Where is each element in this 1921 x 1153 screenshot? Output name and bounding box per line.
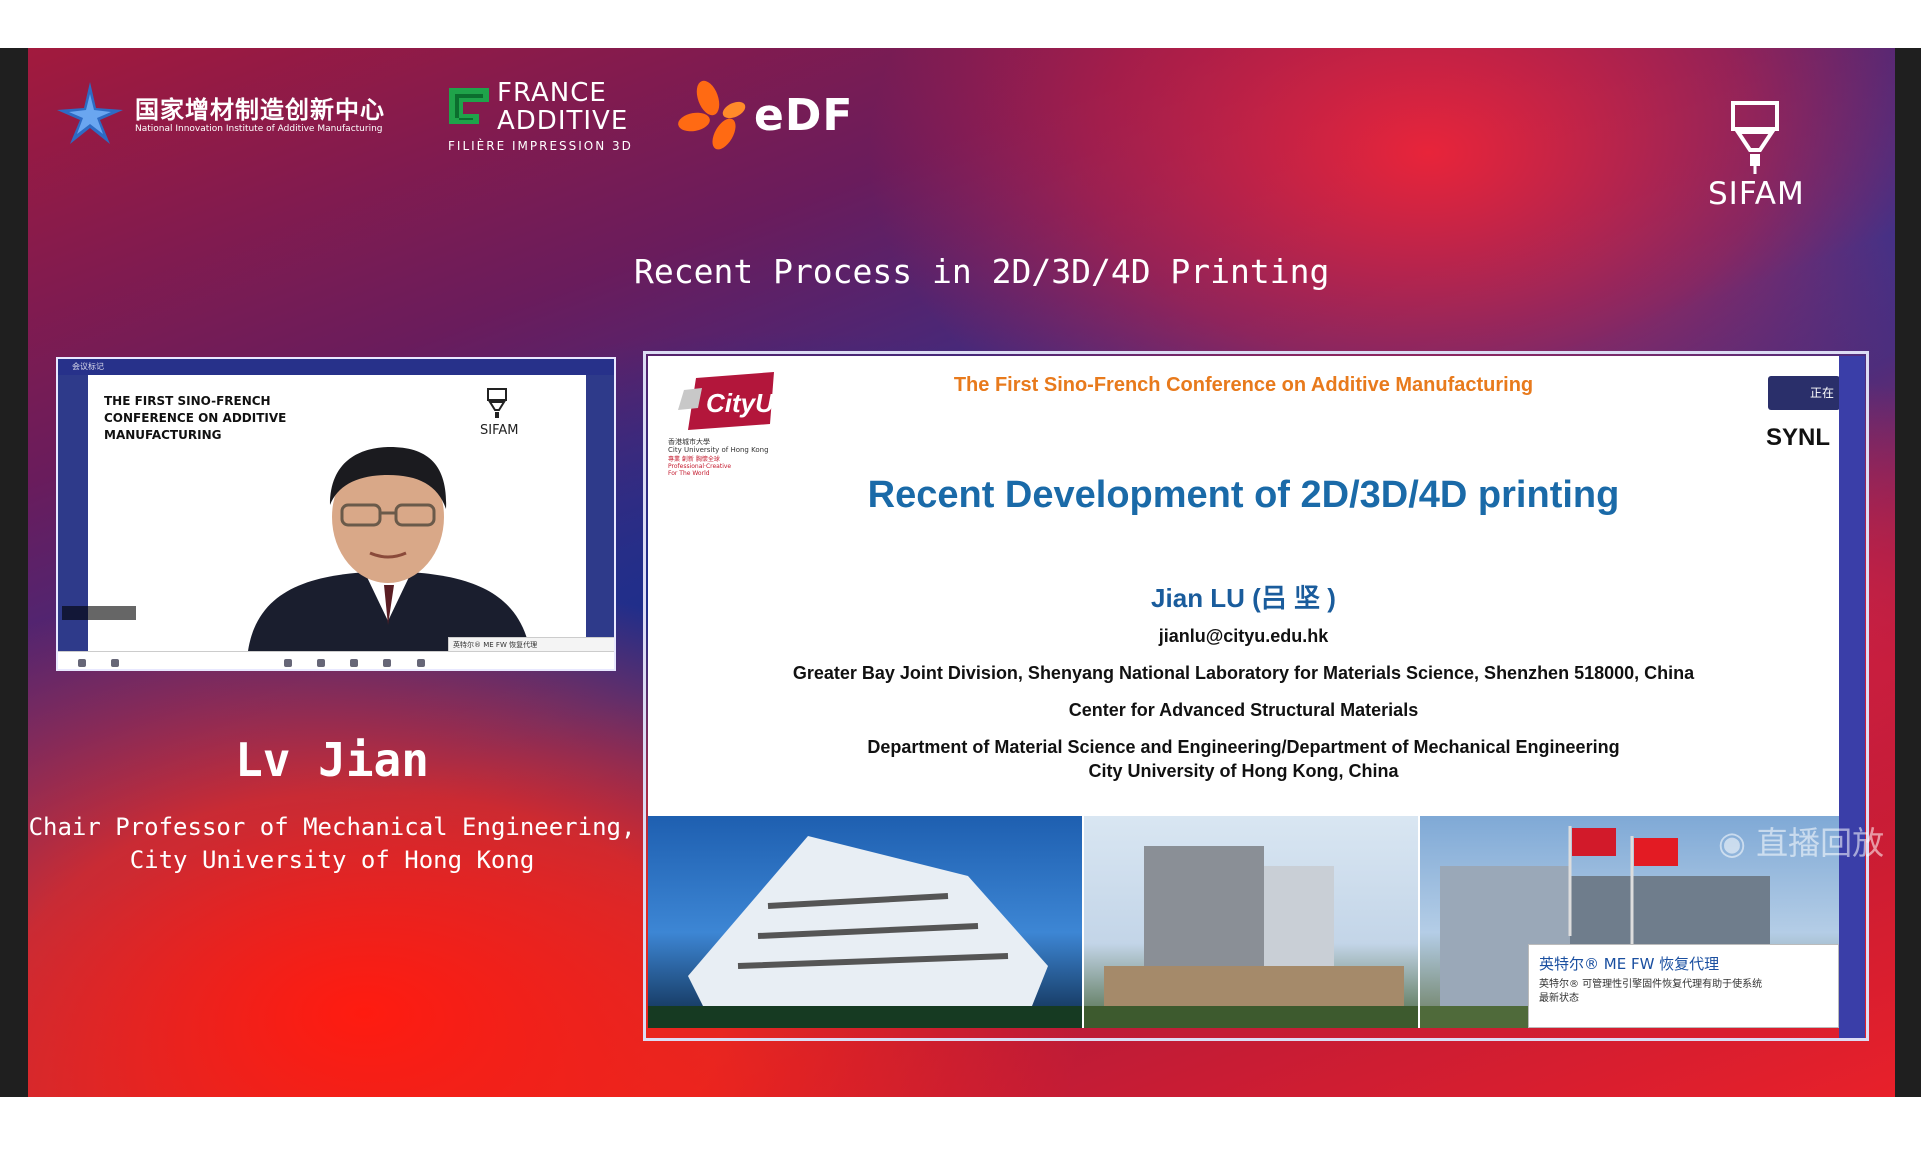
webcam-toolbar	[58, 651, 614, 669]
notification-title: 英特尔® ME FW 恢复代理	[1539, 955, 1720, 973]
campus-photo-1	[648, 816, 1082, 1028]
campus-building-2	[1084, 846, 1418, 1028]
nam-logo: 国家增材制造创新中心 National Innovation Institute…	[55, 78, 384, 148]
sifam-logo: SIFAM	[1700, 100, 1840, 230]
cityu-motto-line: 專業 創新 胸懷全球	[668, 456, 720, 463]
slide-affiliation-4: City University of Hong Kong, China	[1088, 761, 1399, 781]
slide-affiliation-2: Center for Advanced Structural Materials	[1068, 700, 1419, 720]
slide-title: Recent Development of 2D/3D/4D printing	[867, 474, 1620, 516]
nam-star-icon	[57, 82, 123, 144]
notification-body-line: 最新状态	[1539, 993, 1579, 1004]
cityu-logo-text: CityU	[706, 388, 774, 418]
replay-watermark: ◉ 直播回放	[1718, 818, 1884, 864]
talk-title: Recent Process in 2D/3D/4D Printing	[634, 252, 1330, 291]
notification-body-line: 英特尔® 可管理性引擎固件恢复代理有助于使系统	[1539, 979, 1763, 990]
speaker-name: Lv Jian	[235, 733, 429, 787]
webcam-top-bar: 会议标记	[58, 359, 614, 375]
webcam-top-label: 会议标记	[72, 362, 104, 371]
sifam-logo-text: SIFAM	[1708, 176, 1805, 212]
slide-author: Jian LU (吕 坚 )	[1151, 583, 1336, 613]
nam-logo-chinese: 国家增材制造创新中心	[135, 96, 385, 124]
speaker-webcam: 会议标记 THE FIRST SINO-FRENCH CONFERENCE ON…	[56, 357, 616, 671]
speaker-title-line1: Chair Professor of Mechanical Engineerin…	[28, 813, 636, 841]
france-additive-line2: ADDITIVE	[497, 106, 629, 136]
record-icon[interactable]	[383, 659, 392, 667]
slide-affiliation-3: Department of Material Science and Engin…	[867, 737, 1620, 757]
webcam-sifam-icon	[487, 388, 507, 418]
synl-popup-text: 正在	[1810, 386, 1835, 400]
chat-icon[interactable]	[350, 659, 359, 667]
cityu-motto-line: Professional·Creative	[668, 463, 732, 470]
edf-logo: eDF	[678, 76, 868, 156]
webcam-participant-bar	[62, 606, 136, 620]
edf-flower-icon	[678, 80, 746, 150]
speaker-video	[248, 447, 530, 651]
sifam-nozzle-icon	[1731, 101, 1779, 174]
synl-popup[interactable]: 正在	[1768, 376, 1839, 410]
cityu-logo-subtitle: 香港城市大學 City University of Hong Kong	[668, 438, 769, 454]
left-letterbox	[0, 48, 28, 1097]
cityu-sub-line: City University of Hong Kong	[668, 446, 769, 454]
speaker-title-line2: City University of Hong Kong	[129, 846, 535, 874]
webcam-conference-line: THE FIRST SINO-FRENCH	[104, 394, 271, 408]
synl-logo: SYNL	[1766, 424, 1831, 451]
slide-side-strip	[1839, 356, 1865, 1038]
replay-icon: ◉	[1718, 824, 1746, 862]
france-additive-line3: FILIÈRE IMPRESSION 3D	[448, 139, 633, 153]
notification-body: 英特尔® 可管理性引擎固件恢复代理有助于使系统 最新状态	[1539, 978, 1828, 1006]
camera-icon[interactable]	[111, 659, 120, 667]
edf-logo-text: eDF	[754, 90, 854, 141]
right-letterbox	[1895, 48, 1921, 1097]
settings-icon[interactable]	[416, 659, 425, 667]
system-notification[interactable]: 英特尔® ME FW 恢复代理 英特尔® 可管理性引擎固件恢复代理有助于使系统 …	[1528, 944, 1839, 1028]
slide-conference-name: The First Sino-French Conference on Addi…	[953, 374, 1534, 396]
campus-building-1	[648, 836, 1082, 1028]
france-additive-icon	[449, 88, 489, 124]
replay-watermark-text: 直播回放	[1756, 824, 1885, 862]
france-additive-line1: FRANCE	[497, 78, 607, 108]
slide-affiliation-1: Greater Bay Joint Division, Shenyang Nat…	[792, 663, 1695, 683]
slide-email: jianlu@cityu.edu.hk	[1158, 626, 1329, 646]
nam-logo-english: National Innovation Institute of Additiv…	[135, 124, 383, 134]
participants-icon[interactable]	[317, 659, 326, 667]
webcam-shared-screen: THE FIRST SINO-FRENCH CONFERENCE ON ADDI…	[88, 375, 614, 665]
cityu-sub-line: 香港城市大學	[668, 438, 710, 446]
france-additive-logo: FRANCE ADDITIVE FILIÈRE IMPRESSION 3D	[445, 76, 665, 156]
campus-photos: 英特尔® ME FW 恢复代理 英特尔® 可管理性引擎固件恢复代理有助于使系统 …	[648, 816, 1839, 1028]
presentation-slide: The First Sino-French Conference on Addi…	[648, 356, 1839, 1028]
share-icon[interactable]	[284, 659, 293, 667]
campus-photo-2	[1084, 816, 1418, 1028]
mic-icon[interactable]	[78, 659, 86, 667]
screen: 国家增材制造创新中心 National Innovation Institute…	[0, 0, 1921, 1153]
cityu-logo: CityU 香港城市大學 City University of Hong Kon…	[666, 370, 776, 477]
